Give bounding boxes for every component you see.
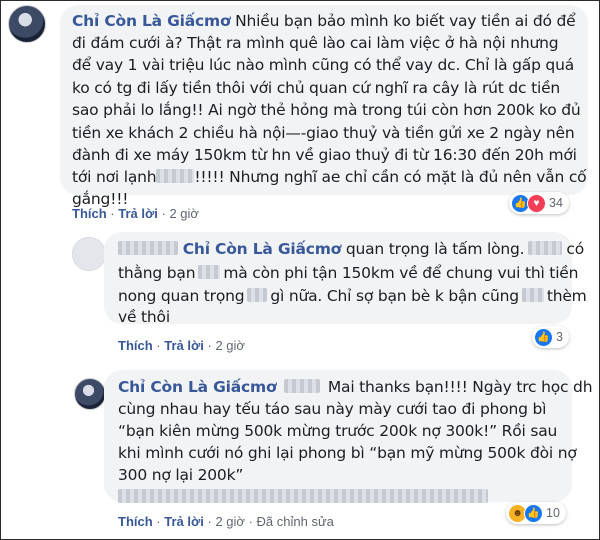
comment-line: tiền xe khách 2 chiều hà nội—-giao thuỷ … xyxy=(72,124,575,142)
like-reaction-icon: 👍 xyxy=(534,327,553,347)
comment-line: tới nơi lạnh!!!!! Nhưng nghĩ ae chỉ cần … xyxy=(72,168,587,186)
reply-line: Chỉ Còn Là Giấcmơ Mai thanks bạn!!!! Ngà… xyxy=(118,378,593,396)
redacted-text xyxy=(247,288,268,302)
reply-line: về thôi xyxy=(118,308,170,326)
comment-line: sao phải lo lắng!! Ai ngờ thẻ hỏng mà tr… xyxy=(72,101,581,119)
reply-line: Chỉ Còn Là Giấcmơ quan trọng là tấm lòng… xyxy=(118,238,584,260)
edited-label[interactable]: Đã chỉnh sửa xyxy=(257,514,334,529)
redacted-text xyxy=(284,379,321,393)
like-link[interactable]: Thích xyxy=(118,338,153,353)
reaction-count: 34 xyxy=(549,196,563,210)
timestamp[interactable]: 2 giờ xyxy=(215,338,245,353)
reply-line: cùng nhau hay tếu táo sau này mày cưới t… xyxy=(118,400,547,418)
comment-author[interactable]: Chỉ Còn Là Giấcmơ xyxy=(183,240,342,258)
reply-link[interactable]: Trả lời xyxy=(118,206,158,221)
comment-actions: Thích · Trả lời · 2 giờ · Đã chỉnh sửa xyxy=(118,514,334,529)
reply-line: “bạn kiên mừng 500k mừng trước 200k nợ 3… xyxy=(118,422,558,440)
comment-line: để vay 1 vài triệu lúc nào mình cũng có … xyxy=(72,56,574,74)
comment-author[interactable]: Chỉ Còn Là Giấcmơ xyxy=(118,378,277,396)
comment-author[interactable]: Chỉ Còn Là Giấcmơ xyxy=(72,12,231,30)
reaction-summary[interactable]: 👍 ♥ 34 xyxy=(509,192,569,214)
avatar[interactable] xyxy=(74,378,106,410)
timestamp[interactable]: 2 giờ xyxy=(169,206,199,221)
reaction-summary[interactable]: ☻ 👍 10 xyxy=(506,502,566,524)
redacted-text xyxy=(156,169,195,183)
reply-line: thằng bạn mà còn phi tận 150km về để chun… xyxy=(118,264,579,282)
comment-line: đi đám cưới à? Thật ra mình quê lào cai … xyxy=(72,34,559,52)
love-reaction-icon: ♥ xyxy=(527,193,546,213)
timestamp[interactable]: 2 giờ xyxy=(215,514,245,529)
like-link[interactable]: Thích xyxy=(72,206,107,221)
like-link[interactable]: Thích xyxy=(118,514,153,529)
reply-line xyxy=(118,486,488,508)
reaction-count: 10 xyxy=(546,506,560,520)
reply-link[interactable]: Trả lời xyxy=(164,514,204,529)
redacted-text xyxy=(118,241,178,255)
reaction-count: 3 xyxy=(556,330,563,344)
comment-actions: Thích · Trả lời · 2 giờ xyxy=(118,338,245,353)
like-reaction-icon: 👍 xyxy=(524,503,543,523)
redacted-text xyxy=(521,288,544,302)
reply-line: 300 nợ lại 200k” xyxy=(118,466,244,484)
comment-actions: Thích · Trả lời · 2 giờ xyxy=(72,206,199,221)
reaction-summary[interactable]: 👍 3 xyxy=(532,326,569,348)
reply-link[interactable]: Trả lời xyxy=(164,338,204,353)
avatar[interactable] xyxy=(72,237,106,271)
reply-line: nong quan trọng gì nữa. Chỉ sợ bạn bè k b… xyxy=(118,287,587,305)
redacted-text xyxy=(118,489,488,503)
reply-line: khi mình cưới nó ghi lại phong bì “bạn m… xyxy=(118,444,577,462)
comment-line: ko có tg đi lấy tiền thôi với chủ quan c… xyxy=(72,79,561,97)
redacted-text xyxy=(198,265,221,279)
redacted-text xyxy=(528,241,563,255)
avatar[interactable] xyxy=(8,5,46,43)
comment-line: đành đi xe máy 150km từ hn về giao thuỷ … xyxy=(72,146,577,164)
comment-line: Chỉ Còn Là Giấcmơ Nhiều bạn bảo mình ko … xyxy=(72,12,576,30)
